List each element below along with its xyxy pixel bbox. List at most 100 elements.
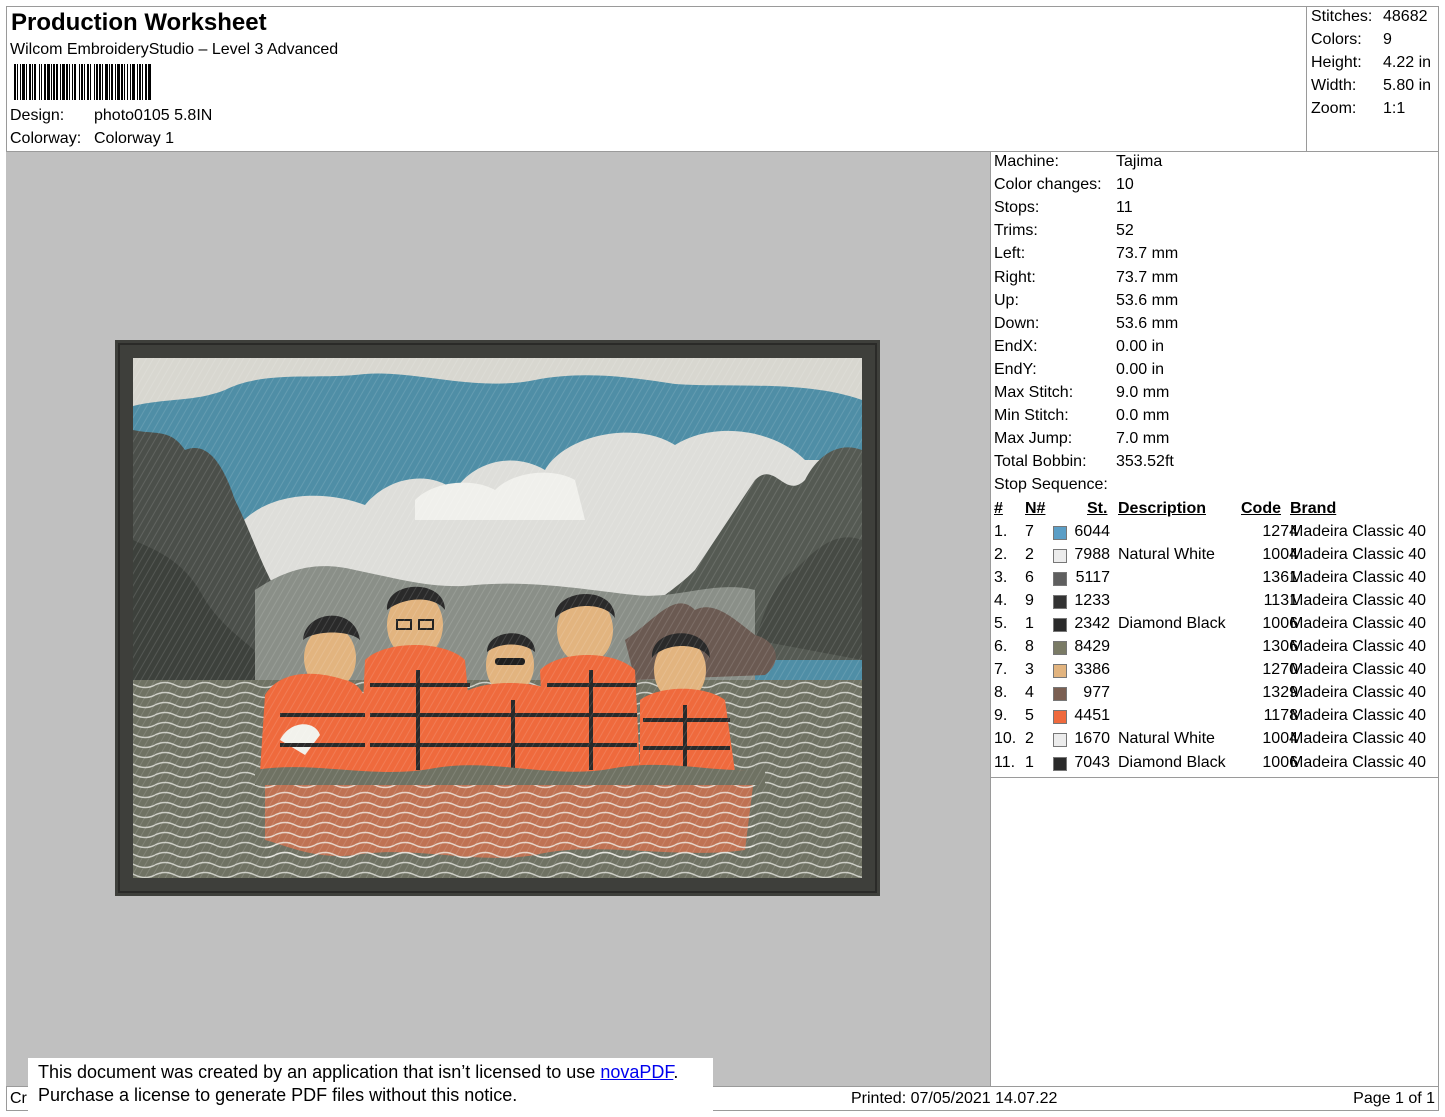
colorway-value: Colorway 1	[94, 130, 175, 147]
stop-index: 1.	[994, 523, 1008, 540]
info-label: EndY:	[994, 360, 1037, 378]
info-value: 73.7 mm	[1116, 245, 1179, 263]
stitch-count: 7988	[1074, 546, 1110, 564]
info-label: Color changes:	[994, 176, 1102, 194]
stat-width: Width: 5.80 in	[1311, 77, 1431, 95]
info-value: 10	[1116, 176, 1134, 194]
stat-value: 5.80 in	[1383, 77, 1432, 94]
stat-value: 1:1	[1383, 100, 1406, 117]
footer-created-text: Cr	[10, 1090, 27, 1107]
page-number: Page 1 of 1	[1353, 1090, 1435, 1107]
stop-index: 3.	[994, 569, 1008, 587]
info-label: Left:	[994, 245, 1026, 263]
stop-sequence-header-code: Code	[1241, 500, 1281, 517]
thread-brand: Madeira Classic 40	[1290, 661, 1427, 679]
info-value: 7.0 mm	[1116, 430, 1170, 448]
software-name: Wilcom EmbroideryStudio – Level 3 Advanc…	[10, 41, 339, 58]
info-value: 73.7 mm	[1116, 268, 1179, 286]
notice-text: This document was created by an applicat…	[38, 1062, 601, 1082]
thread-brand: Madeira Classic 40	[1290, 753, 1427, 771]
printed-date: Printed: 07/05/2021 14.07.22	[851, 1090, 1058, 1107]
stop-sequence-row: 7. 3 3386 1270 Madeira Classic 40	[991, 661, 1439, 684]
thread-code: 1006	[1262, 615, 1298, 633]
stitch-count: 977	[1083, 684, 1110, 702]
thread-code: 1178	[1263, 707, 1298, 725]
thread-brand: Madeira Classic 40	[1290, 615, 1427, 633]
thread-brand: Madeira Classic 40	[1290, 523, 1427, 540]
thread-code: 1270	[1262, 661, 1298, 679]
info-value: 353.52ft	[1116, 453, 1174, 471]
stop-sequence-row: 2. 2 7988 Natural White 1004 Madeira Classic …	[991, 546, 1439, 569]
info-label: Max Jump:	[994, 430, 1073, 448]
thread-code: 1006	[1262, 753, 1298, 771]
stop-sequence-header-desc: Description	[1118, 500, 1207, 517]
stitch-count: 8429	[1074, 638, 1110, 656]
stat-stitches: Stitches: 48682	[1311, 8, 1428, 26]
barcode-bar	[151, 64, 152, 100]
stop-sequence-row: 3. 6 5117 1361 Madeira Classic 40	[991, 569, 1439, 592]
thread-description: Diamond Black	[1118, 753, 1226, 771]
design-stats: Stitches: 48682 Colors: 9 Height: 4.22 in W…	[1307, 6, 1439, 152]
stat-value: 48682	[1383, 8, 1428, 25]
stop-index: 9.	[994, 707, 1008, 725]
stop-sequence-row: 5. 1 2342 Diamond Black 1006 Madeira Classic …	[991, 615, 1439, 638]
info-row: Left: 73.7 mm	[994, 245, 1178, 263]
stop-sequence-row: 6. 8 8429 1306 Madeira Classic 40	[991, 638, 1439, 661]
stop-sequence-row: 1. 7 6044 1274 Madeira Classic 40	[991, 523, 1439, 546]
notice-period: .	[673, 1062, 679, 1082]
thread-code: 1274	[1262, 523, 1298, 540]
stop-sequence-header-n: N#	[1025, 500, 1046, 517]
stat-label: Stitches:	[1311, 8, 1373, 25]
stat-height: Height: 4.22 in	[1311, 54, 1431, 72]
stop-sequence-row: 10. 2 1670 Natural White 1004 Madeira Classic…	[991, 730, 1439, 753]
needle-number: 1	[1025, 615, 1034, 633]
needle-number: 9	[1025, 592, 1034, 610]
novapdf-link[interactable]: novaPDF	[600, 1062, 673, 1082]
notice-line-1: This document was created by an applicat…	[38, 1061, 713, 1084]
info-value: 9.0 mm	[1116, 384, 1170, 401]
stat-label: Width:	[1311, 77, 1357, 94]
thread-brand: Madeira Classic 40	[1290, 638, 1427, 656]
colorway-label: Colorway:	[10, 130, 82, 147]
info-label: EndX:	[994, 337, 1038, 355]
barcode	[14, 64, 328, 100]
thread-code: 1004	[1262, 546, 1298, 564]
thread-brand: Madeira Classic 40	[1290, 730, 1427, 748]
info-row: Max Jump: 7.0 mm	[994, 430, 1169, 448]
colorway-row: Colorway: Colorway 1	[10, 130, 174, 148]
info-value: 0.00 in	[1116, 337, 1165, 355]
machine-info-panel: Machine: Tajima Color changes: 10 Stops: 11 Tr…	[991, 152, 1439, 778]
stop-index: 5.	[994, 615, 1008, 633]
stop-sequence-header-st: St.	[1087, 500, 1108, 517]
stitch-count: 1233	[1074, 592, 1110, 610]
thread-brand: Madeira Classic 40	[1290, 592, 1427, 610]
stop-index: 6.	[994, 638, 1008, 656]
stop-index: 10.	[994, 730, 1017, 748]
info-row: Machine: Tajima	[994, 153, 1162, 171]
worksheet-header: Production Worksheet Wilcom EmbroiderySt…	[6, 6, 1307, 152]
embroidery-patch-image	[115, 340, 880, 896]
design-value: photo0105 5.8IN	[94, 107, 213, 124]
info-label: Machine:	[994, 153, 1059, 170]
stop-sequence-label: Stop Sequence:	[994, 476, 1108, 494]
needle-number: 2	[1025, 546, 1034, 564]
stop-index: 8.	[994, 684, 1008, 702]
info-label: Max Stitch:	[994, 384, 1074, 401]
thread-code: 1004	[1262, 730, 1298, 748]
needle-number: 1	[1025, 753, 1034, 771]
needle-number: 5	[1025, 707, 1034, 725]
stitch-count: 7043	[1074, 753, 1110, 771]
needle-number: 2	[1025, 730, 1034, 748]
info-value: 52	[1116, 222, 1134, 240]
info-row: Trims: 52	[994, 222, 1134, 240]
info-row: Right: 73.7 mm	[994, 269, 1178, 287]
stop-sequence-header-brand: Brand	[1290, 500, 1337, 517]
thread-brand: Madeira Classic 40	[1290, 546, 1427, 564]
license-notice: This document was created by an applicat…	[28, 1058, 713, 1114]
info-label: Total Bobbin:	[994, 453, 1087, 471]
stitch-count: 5117	[1075, 569, 1110, 587]
info-value: 0.00 in	[1116, 360, 1165, 378]
stat-colors: Colors: 9	[1311, 31, 1392, 49]
info-value: Tajima	[1116, 153, 1163, 170]
stop-index: 7.	[994, 661, 1008, 679]
